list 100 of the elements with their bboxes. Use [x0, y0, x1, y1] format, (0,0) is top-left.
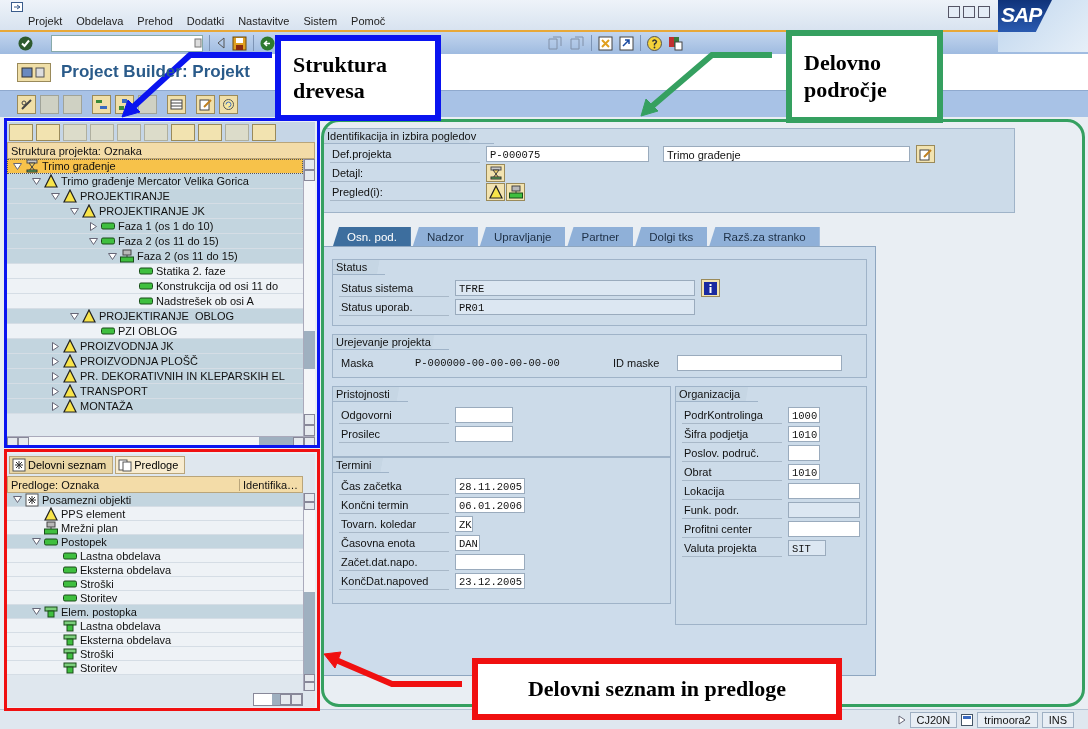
info-button[interactable] [701, 279, 720, 297]
tree-node[interactable]: Konstrukcija od osi 11 do [7, 279, 303, 294]
template-node[interactable]: Eksterna obdelava [7, 563, 303, 577]
template-node[interactable]: Posamezni objekti [7, 493, 303, 507]
expand-toggle[interactable] [51, 371, 60, 381]
tree-node[interactable]: TRANSPORT [7, 384, 303, 399]
collapse-toggle[interactable] [32, 537, 41, 546]
form-tab[interactable]: Nadzor [412, 227, 478, 246]
input-field[interactable] [788, 445, 820, 461]
collapse-toggle[interactable] [13, 495, 22, 504]
input-field[interactable]: 1010 [788, 426, 820, 442]
form-tab[interactable]: Upravljanje [479, 227, 566, 246]
save-icon[interactable] [232, 35, 247, 51]
tree-node[interactable]: PROIZVODNJA PLOŠČ [7, 354, 303, 369]
template-node[interactable]: Elem. postopka [7, 605, 303, 619]
check-icon[interactable] [18, 35, 33, 51]
collapse-toggle[interactable] [70, 206, 79, 216]
scrollbar[interactable] [303, 493, 315, 691]
collapse-toggle[interactable] [51, 191, 60, 201]
tree-node[interactable]: PROJEKTIRANJE OBLOG [7, 309, 303, 324]
grid-button[interactable] [167, 94, 186, 114]
toolbar-button[interactable] [198, 123, 222, 141]
toolbar-button[interactable] [9, 123, 33, 141]
tree-node[interactable]: PZI OBLOG [7, 324, 303, 339]
input-field[interactable]: P-000075 [486, 146, 649, 162]
scrollbar[interactable] [303, 159, 315, 436]
tree-node[interactable]: MONTAŽA [7, 399, 303, 414]
input-field[interactable]: DAN [455, 535, 480, 551]
tree-node[interactable]: Nadstrešek ob osi A [7, 294, 303, 309]
network-overview-button[interactable] [506, 183, 525, 201]
menu-item[interactable]: Nastavitve [238, 15, 290, 27]
panel-tab[interactable]: Predloge [115, 456, 186, 474]
toolbar-button[interactable] [138, 94, 157, 114]
edit-button[interactable] [916, 145, 935, 163]
input-field[interactable] [455, 407, 513, 423]
expand-toggle[interactable] [51, 341, 60, 351]
input-field[interactable] [788, 483, 860, 499]
expand-toggle[interactable] [51, 386, 60, 396]
maximize-button[interactable] [963, 6, 975, 18]
template-node[interactable]: Lastna obdelava [7, 549, 303, 563]
form-tab[interactable]: Razš.za stranko [709, 227, 820, 246]
detail-button[interactable] [486, 164, 505, 182]
back-icon[interactable] [260, 35, 275, 51]
toolbar-button[interactable] [36, 123, 60, 141]
tree-node[interactable]: PROJEKTIRANJE JK [7, 204, 303, 219]
hierarchy-button[interactable] [92, 94, 111, 114]
input-field[interactable]: 1000 [788, 407, 820, 423]
menu-item[interactable]: Prehod [137, 15, 173, 27]
input-field[interactable] [455, 554, 525, 570]
menu-icon[interactable] [11, 2, 23, 12]
expand-toggle[interactable] [89, 221, 98, 231]
form-tab[interactable]: Osn. pod. [333, 227, 411, 246]
input-field[interactable] [677, 355, 842, 371]
input-field[interactable]: 1010 [788, 464, 820, 480]
tree-node[interactable]: Trimo građenje [7, 159, 303, 174]
window-icon[interactable] [619, 35, 634, 51]
wbs-overview-button[interactable] [486, 183, 505, 201]
help-icon[interactable] [647, 35, 662, 51]
template-node[interactable]: PPS element [7, 507, 303, 521]
template-node[interactable]: Eksterna obdelava [7, 633, 303, 647]
menu-item[interactable]: Pomoč [351, 15, 386, 27]
tree-node[interactable]: Statika 2. faze [7, 264, 303, 279]
tree-node[interactable]: PROJEKTIRANJE [7, 189, 303, 204]
expand-toggle[interactable] [51, 356, 60, 366]
input-field[interactable] [788, 521, 860, 537]
template-node[interactable]: Stroški [7, 577, 303, 591]
input-field[interactable]: ZK [455, 516, 473, 532]
form-tab[interactable]: Dolgi tks [635, 227, 708, 246]
edit-button[interactable] [196, 94, 215, 114]
menu-item[interactable]: Dodatki [186, 15, 225, 27]
column-header[interactable]: Predloge: Oznaka [8, 478, 239, 491]
menu-item[interactable]: Projekt [28, 15, 63, 27]
panel-tab[interactable]: Delovni seznam [9, 456, 114, 474]
tree-node[interactable]: Faza 2 (os 11 do 15) [7, 234, 303, 249]
input-field[interactable]: 23.12.2005 [455, 573, 525, 589]
template-node[interactable]: Lastna obdelava [7, 619, 303, 633]
tree-node[interactable]: Trimo građenje Mercator Velika Gorica [7, 174, 303, 189]
form-tab[interactable]: Partner [567, 227, 634, 246]
back-arrow-icon[interactable] [216, 37, 226, 49]
command-field[interactable] [51, 34, 203, 52]
hierarchy-button[interactable] [17, 62, 51, 82]
collapse-toggle[interactable] [13, 161, 22, 171]
menu-item[interactable]: Sistem [303, 15, 338, 27]
expand-toggle[interactable] [51, 401, 60, 411]
template-node[interactable]: Postopek [7, 535, 303, 549]
close-button[interactable] [978, 6, 990, 18]
tree-node[interactable]: PR. DEKORATIVNIH IN KLEPARSKIH EL [7, 369, 303, 384]
collapse-toggle[interactable] [32, 176, 41, 186]
refresh-button[interactable] [219, 94, 238, 114]
window-icon[interactable] [961, 713, 974, 726]
play-icon[interactable] [897, 714, 906, 725]
scrollbar[interactable] [253, 692, 303, 706]
input-field[interactable] [455, 426, 513, 442]
menu-item[interactable]: Obdelava [76, 15, 124, 27]
input-field[interactable]: Trimo građenje [663, 146, 910, 162]
template-node[interactable]: Storitev [7, 591, 303, 605]
tree-node[interactable]: Faza 2 (os 11 do 15) [7, 249, 303, 264]
window-icon[interactable] [598, 35, 613, 51]
tree-node[interactable]: PROIZVODNJA JK [7, 339, 303, 354]
input-field[interactable]: 28.11.2005 [455, 478, 525, 494]
